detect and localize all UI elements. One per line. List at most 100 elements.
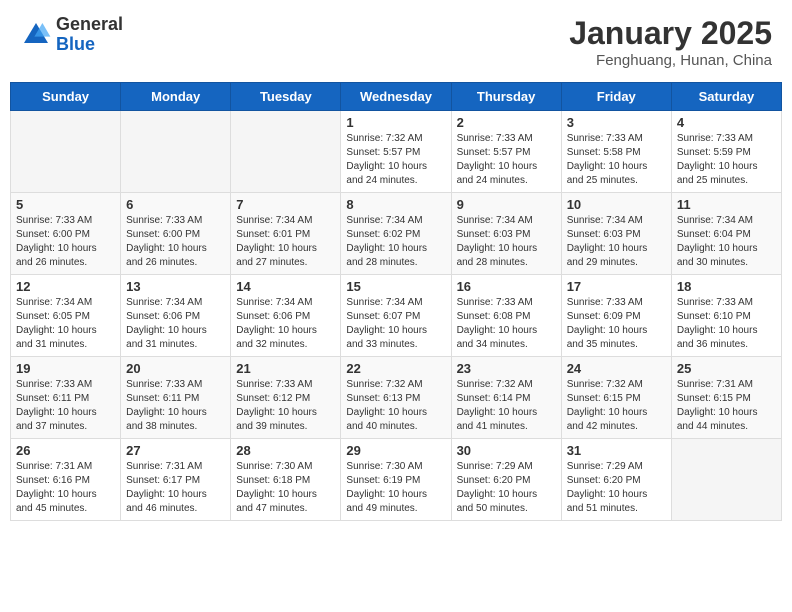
logo-blue: Blue <box>56 34 95 54</box>
calendar-cell: 21 Sunrise: 7:33 AM Sunset: 6:12 PM Dayli… <box>231 357 341 439</box>
weekday-header-wednesday: Wednesday <box>341 83 451 111</box>
calendar-cell <box>11 111 121 193</box>
calendar-week-1: 1Sunrise: 7:32 AM Sunset: 5:57 PM Daylig… <box>11 111 782 193</box>
calendar-cell: 16Sunrise: 7:33 AM Sunset: 6:08 PM Dayli… <box>451 275 561 357</box>
calendar-cell: 3 Sunrise: 7:33 AM Sunset: 5:58 PM Daylig… <box>561 111 671 193</box>
weekday-header-thursday: Thursday <box>451 83 561 111</box>
calendar-cell: 5 Sunrise: 7:33 AM Sunset: 6:00 PM Daylig… <box>11 193 121 275</box>
day-info: Sunrise: 7:34 AM Sunset: 6:03 PM Dayligh… <box>457 214 556 270</box>
day-number: 10 <box>567 197 666 212</box>
calendar-cell: 13 Sunrise: 7:34 AM Sunset: 6:06 PM Dayli… <box>121 275 231 357</box>
calendar-cell: 23Sunrise: 7:32 AM Sunset: 6:14 PM Dayli… <box>451 357 561 439</box>
calendar-cell: 26 Sunrise: 7:31 AM Sunset: 6:16 PM Dayli… <box>11 439 121 521</box>
calendar-cell: 18 Sunrise: 7:33 AM Sunset: 6:10 PM Dayli… <box>671 275 781 357</box>
day-info: Sunrise: 7:33 AM Sunset: 6:10 PM Dayligh… <box>677 296 776 352</box>
calendar-cell: 24 Sunrise: 7:32 AM Sunset: 6:15 PM Dayli… <box>561 357 671 439</box>
weekday-header-friday: Friday <box>561 83 671 111</box>
location: Fenghuang, Hunan, China <box>569 52 772 69</box>
calendar-cell: 25 Sunrise: 7:31 AM Sunset: 6:15 PM Dayli… <box>671 357 781 439</box>
day-number: 17 <box>567 279 666 294</box>
calendar-cell: 17 Sunrise: 7:33 AM Sunset: 6:09 PM Dayli… <box>561 275 671 357</box>
day-number: 20 <box>126 361 225 376</box>
logo-text: General Blue <box>56 15 123 55</box>
day-info: Sunrise: 7:34 AM Sunset: 6:02 PM Dayligh… <box>346 214 445 270</box>
day-number: 11 <box>677 197 776 212</box>
weekday-header-saturday: Saturday <box>671 83 781 111</box>
day-number: 30 <box>457 443 556 458</box>
calendar-cell: 8Sunrise: 7:34 AM Sunset: 6:02 PM Daylig… <box>341 193 451 275</box>
day-info: Sunrise: 7:34 AM Sunset: 6:05 PM Dayligh… <box>16 296 115 352</box>
day-number: 3 <box>567 115 666 130</box>
calendar-cell: 30 Sunrise: 7:29 AM Sunset: 6:20 PM Dayli… <box>451 439 561 521</box>
day-info: Sunrise: 7:33 AM Sunset: 6:11 PM Dayligh… <box>16 378 115 434</box>
calendar-cell: 7Sunrise: 7:34 AM Sunset: 6:01 PM Daylig… <box>231 193 341 275</box>
day-number: 12 <box>16 279 115 294</box>
day-number: 21 <box>236 361 335 376</box>
calendar-cell: 22 Sunrise: 7:32 AM Sunset: 6:13 PM Dayli… <box>341 357 451 439</box>
day-info: Sunrise: 7:31 AM Sunset: 6:16 PM Dayligh… <box>16 460 115 516</box>
day-info: Sunrise: 7:29 AM Sunset: 6:20 PM Dayligh… <box>457 460 556 516</box>
weekday-header-tuesday: Tuesday <box>231 83 341 111</box>
day-number: 24 <box>567 361 666 376</box>
calendar-cell: 14 Sunrise: 7:34 AM Sunset: 6:06 PM Dayli… <box>231 275 341 357</box>
calendar-week-2: 5 Sunrise: 7:33 AM Sunset: 6:00 PM Daylig… <box>11 193 782 275</box>
day-number: 6 <box>126 197 225 212</box>
title-section: January 2025 Fenghuang, Hunan, China <box>569 15 772 69</box>
day-number: 22 <box>346 361 445 376</box>
day-number: 26 <box>16 443 115 458</box>
day-number: 16 <box>457 279 556 294</box>
day-info: Sunrise: 7:33 AM Sunset: 6:09 PM Dayligh… <box>567 296 666 352</box>
day-info: Sunrise: 7:34 AM Sunset: 6:03 PM Dayligh… <box>567 214 666 270</box>
day-number: 25 <box>677 361 776 376</box>
day-number: 19 <box>16 361 115 376</box>
calendar-cell: 1Sunrise: 7:32 AM Sunset: 5:57 PM Daylig… <box>341 111 451 193</box>
calendar-cell: 11Sunrise: 7:34 AM Sunset: 6:04 PM Dayli… <box>671 193 781 275</box>
day-info: Sunrise: 7:30 AM Sunset: 6:19 PM Dayligh… <box>346 460 445 516</box>
page-header: General Blue January 2025 Fenghuang, Hun… <box>10 10 782 74</box>
calendar-week-4: 19 Sunrise: 7:33 AM Sunset: 6:11 PM Dayli… <box>11 357 782 439</box>
day-number: 18 <box>677 279 776 294</box>
logo-icon <box>20 19 52 51</box>
month-title: January 2025 <box>569 15 772 52</box>
day-number: 13 <box>126 279 225 294</box>
day-number: 2 <box>457 115 556 130</box>
weekday-header-monday: Monday <box>121 83 231 111</box>
day-info: Sunrise: 7:34 AM Sunset: 6:06 PM Dayligh… <box>236 296 335 352</box>
day-info: Sunrise: 7:33 AM Sunset: 6:12 PM Dayligh… <box>236 378 335 434</box>
day-info: Sunrise: 7:32 AM Sunset: 6:13 PM Dayligh… <box>346 378 445 434</box>
day-info: Sunrise: 7:32 AM Sunset: 6:15 PM Dayligh… <box>567 378 666 434</box>
weekday-header-row: SundayMondayTuesdayWednesdayThursdayFrid… <box>11 83 782 111</box>
calendar-cell: 19 Sunrise: 7:33 AM Sunset: 6:11 PM Dayli… <box>11 357 121 439</box>
day-info: Sunrise: 7:33 AM Sunset: 5:58 PM Dayligh… <box>567 132 666 188</box>
calendar-cell: 9Sunrise: 7:34 AM Sunset: 6:03 PM Daylig… <box>451 193 561 275</box>
day-info: Sunrise: 7:33 AM Sunset: 5:59 PM Dayligh… <box>677 132 776 188</box>
day-info: Sunrise: 7:33 AM Sunset: 6:00 PM Dayligh… <box>126 214 225 270</box>
calendar-cell <box>121 111 231 193</box>
calendar-cell <box>231 111 341 193</box>
day-info: Sunrise: 7:34 AM Sunset: 6:06 PM Dayligh… <box>126 296 225 352</box>
calendar-cell: 12 Sunrise: 7:34 AM Sunset: 6:05 PM Dayli… <box>11 275 121 357</box>
calendar-table: SundayMondayTuesdayWednesdayThursdayFrid… <box>10 82 782 521</box>
calendar-cell: 31 Sunrise: 7:29 AM Sunset: 6:20 PM Dayli… <box>561 439 671 521</box>
day-number: 14 <box>236 279 335 294</box>
day-info: Sunrise: 7:29 AM Sunset: 6:20 PM Dayligh… <box>567 460 666 516</box>
day-number: 29 <box>346 443 445 458</box>
logo: General Blue <box>20 15 123 55</box>
day-number: 5 <box>16 197 115 212</box>
day-info: Sunrise: 7:34 AM Sunset: 6:07 PM Dayligh… <box>346 296 445 352</box>
calendar-cell: 10 Sunrise: 7:34 AM Sunset: 6:03 PM Dayli… <box>561 193 671 275</box>
day-info: Sunrise: 7:33 AM Sunset: 6:00 PM Dayligh… <box>16 214 115 270</box>
calendar-cell: 27Sunrise: 7:31 AM Sunset: 6:17 PM Dayli… <box>121 439 231 521</box>
calendar-week-3: 12 Sunrise: 7:34 AM Sunset: 6:05 PM Dayli… <box>11 275 782 357</box>
calendar-cell: 20 Sunrise: 7:33 AM Sunset: 6:11 PM Dayli… <box>121 357 231 439</box>
calendar-week-5: 26 Sunrise: 7:31 AM Sunset: 6:16 PM Dayli… <box>11 439 782 521</box>
calendar-cell: 15Sunrise: 7:34 AM Sunset: 6:07 PM Dayli… <box>341 275 451 357</box>
day-number: 7 <box>236 197 335 212</box>
day-number: 27 <box>126 443 225 458</box>
day-number: 4 <box>677 115 776 130</box>
day-info: Sunrise: 7:31 AM Sunset: 6:15 PM Dayligh… <box>677 378 776 434</box>
logo-general: General <box>56 14 123 34</box>
day-number: 31 <box>567 443 666 458</box>
day-info: Sunrise: 7:32 AM Sunset: 6:14 PM Dayligh… <box>457 378 556 434</box>
day-info: Sunrise: 7:33 AM Sunset: 6:11 PM Dayligh… <box>126 378 225 434</box>
